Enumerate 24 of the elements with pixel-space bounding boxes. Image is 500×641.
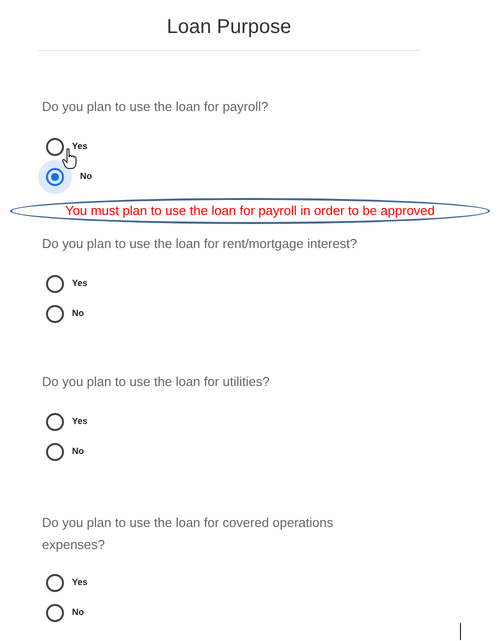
option-label: No <box>72 307 84 320</box>
radio-button[interactable] <box>38 160 72 194</box>
question-text: Do you plan to use the loan for rent/mortgage interest? <box>42 236 358 252</box>
option-label: No <box>72 606 84 620</box>
hand-cursor-icon <box>62 148 78 170</box>
radio-button[interactable] <box>46 604 64 622</box>
question-text: Do you plan to use the loan for utilities? <box>42 374 271 390</box>
option-label: Yes <box>72 576 88 590</box>
radio-button[interactable] <box>46 138 64 156</box>
option-label: Yes <box>72 415 88 428</box>
question-text: Do you plan to use the loan for payroll? <box>42 99 270 115</box>
option-label: Yes <box>72 277 88 290</box>
radio-button[interactable] <box>46 305 64 323</box>
page-title: Loan Purpose <box>166 15 292 40</box>
option-label: Yes <box>72 140 88 154</box>
option-label: No <box>72 445 84 458</box>
radio-button[interactable] <box>46 275 64 293</box>
annotation-ellipse: You must plan to use the loan for payroll in order to be approved <box>10 198 490 224</box>
radio-button[interactable] <box>46 574 64 592</box>
option-label: No <box>80 170 92 184</box>
text-cursor-icon <box>460 623 461 640</box>
radio-button[interactable] <box>46 443 64 461</box>
radio-button[interactable] <box>46 413 64 431</box>
question-text: Do you plan to use the loan for covered operations expenses? <box>41 514 334 554</box>
